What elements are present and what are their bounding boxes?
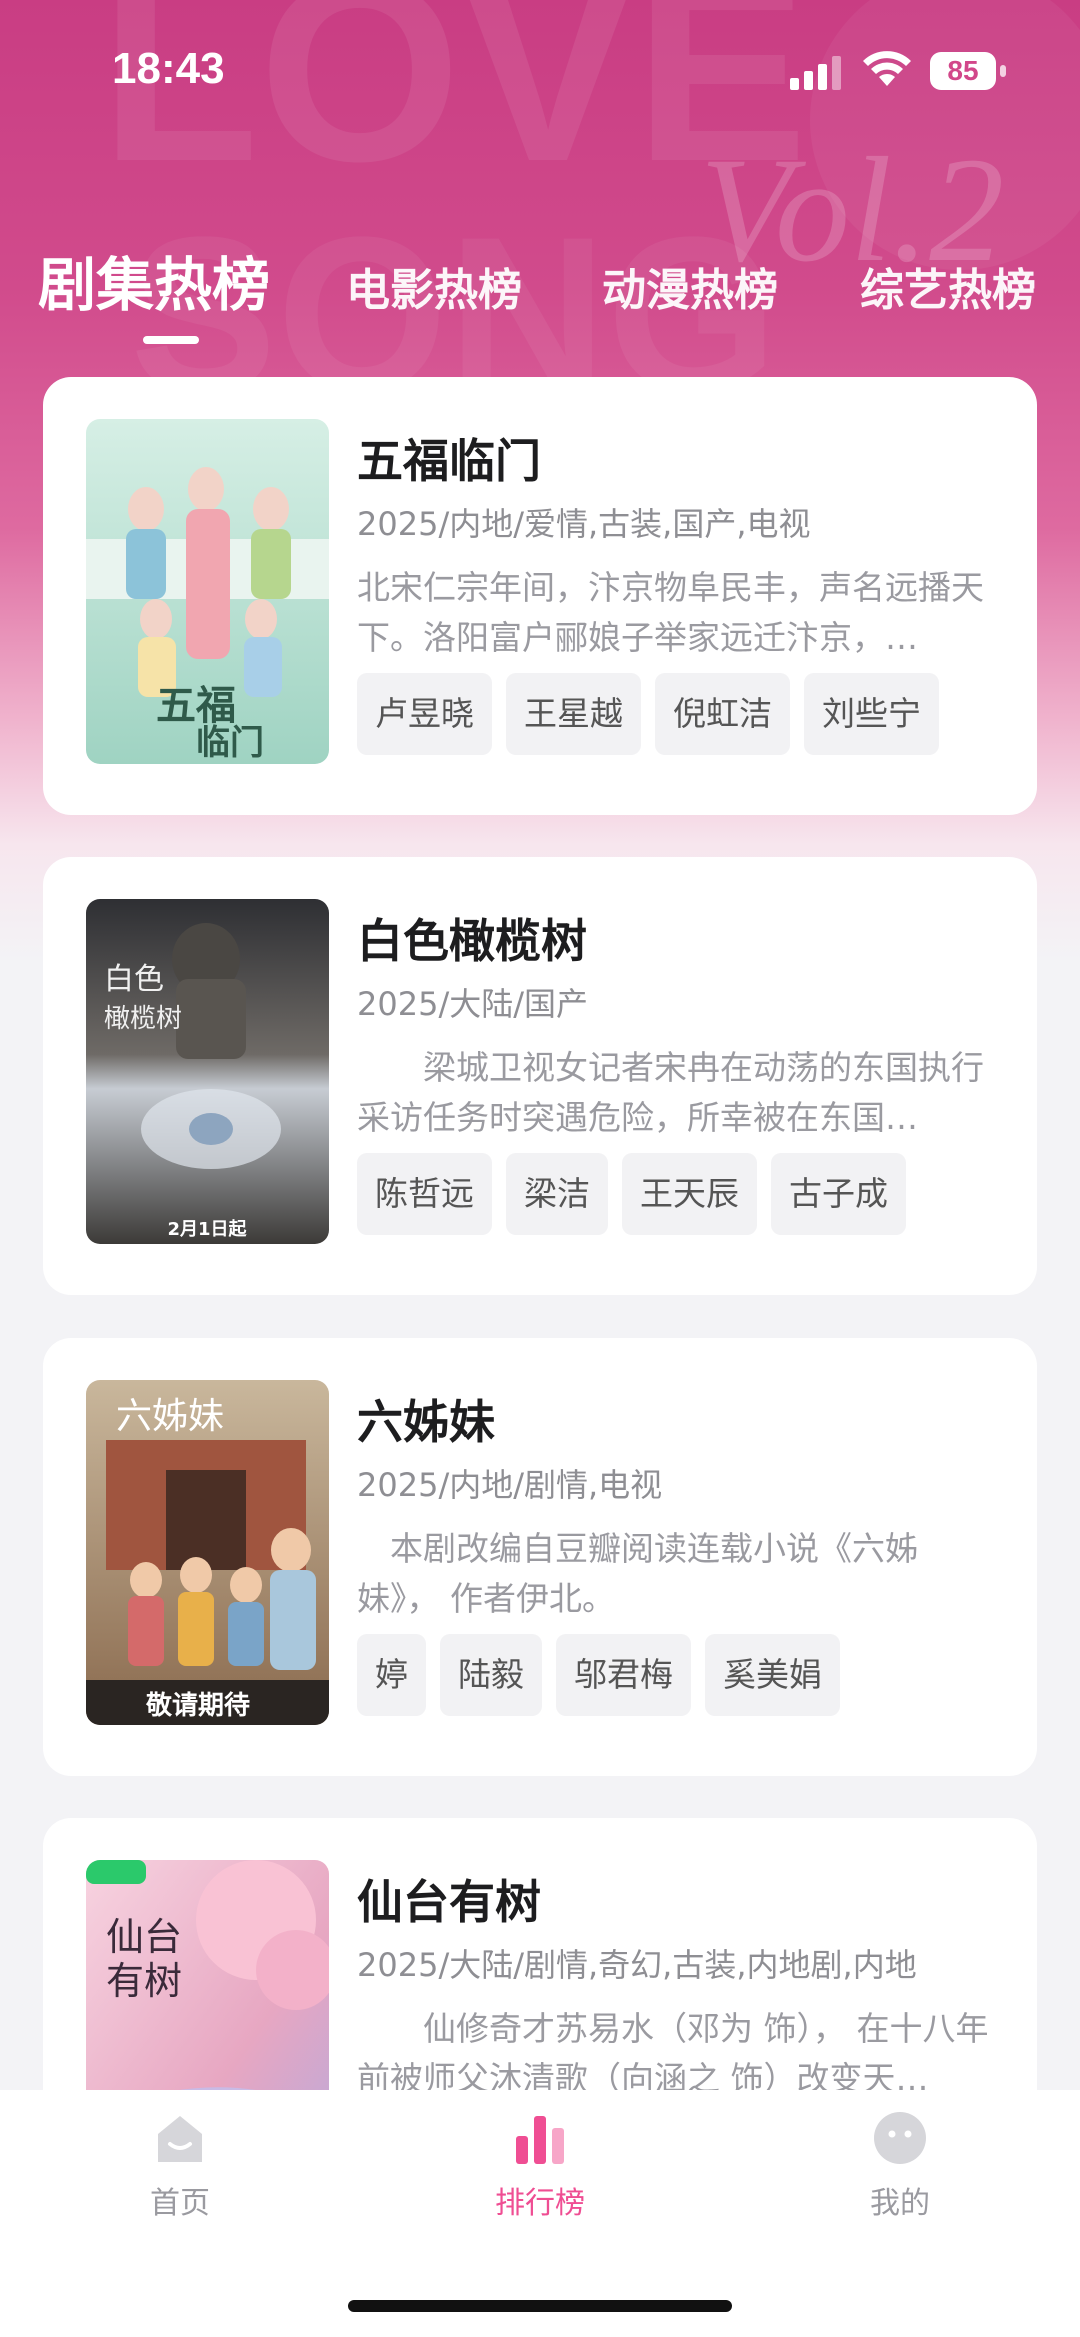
wifi-icon	[863, 51, 911, 86]
cast-tag[interactable]: 倪虹洁	[655, 673, 790, 755]
cast-tag[interactable]: 邬君梅	[556, 1634, 691, 1716]
drama-description: 北宋仁宗年间，汴京物阜民丰，声名远播天下。洛阳富户郦娘子举家远迁汴京，…	[357, 568, 984, 657]
nav-profile[interactable]: 我的	[810, 2110, 990, 2250]
signal-icon	[790, 56, 841, 90]
tab-movies[interactable]: 电影热榜	[346, 254, 522, 318]
profile-face-icon	[874, 2112, 926, 2164]
drama-meta: 2025/内地/剧情,电视	[357, 1466, 663, 1504]
drama-description: 本剧改编自豆瓣阅读连载小说《六姊妹》， 作者伊北。	[357, 1529, 918, 1618]
cast-tag[interactable]: 刘些宁	[804, 673, 939, 755]
tab-variety[interactable]: 综艺热榜	[860, 254, 1036, 318]
status-time: 18:43	[112, 44, 225, 93]
drama-title: 白色橄榄树	[357, 914, 587, 968]
drama-meta: 2025/大陆/国产	[357, 985, 589, 1023]
tab-anime[interactable]: 动漫热榜	[602, 254, 778, 318]
cast-tag[interactable]: 王天辰	[622, 1153, 757, 1235]
poster-image: 六姊妹 敬请期待	[86, 1380, 329, 1725]
ranking-chart-icon	[516, 2116, 564, 2164]
svg-text:仙台: 仙台	[106, 1915, 182, 1959]
drama-description: 仙修奇才苏易水（邓为 饰）， 在十八年前被师父沐清歌（向涵之 饰）改变天…	[357, 2009, 989, 2098]
svg-text:六姊妹: 六姊妹	[116, 1396, 224, 1437]
drama-title: 仙台有树	[357, 1875, 541, 1929]
cast-tag[interactable]: 卢昱晓	[357, 673, 492, 755]
cast-tag[interactable]: 王星越	[506, 673, 641, 755]
cast-tags: 婷 陆毅 邬君梅 奚美娟	[357, 1634, 840, 1716]
home-indicator	[348, 2300, 732, 2312]
active-tab-indicator	[143, 336, 199, 344]
cast-tag[interactable]: 陈哲远	[357, 1153, 492, 1235]
cast-tag[interactable]: 陆毅	[440, 1634, 542, 1716]
ranking-tabs: 剧集热榜 电影热榜 动漫热榜 综艺热榜	[0, 230, 1080, 350]
nav-profile-label: 我的	[870, 2186, 930, 2221]
cast-tag[interactable]: 奚美娟	[705, 1634, 840, 1716]
drama-meta: 2025/大陆/剧情,奇幻,古装,内地剧,内地	[357, 1946, 917, 1984]
tab-tv-series[interactable]: 剧集热榜	[38, 238, 270, 322]
svg-text:五福: 五福	[156, 682, 236, 729]
drama-card[interactable]: 五福 临门 五福临门 2025/内地/爱情,古装,国产,电视 北宋仁宗年间，汴京…	[43, 377, 1037, 815]
drama-meta: 2025/内地/爱情,古装,国产,电视	[357, 505, 811, 543]
svg-text:白色: 白色	[104, 962, 164, 997]
nav-ranking-label: 排行榜	[495, 2186, 585, 2221]
svg-text:有树: 有树	[106, 1959, 182, 2003]
cast-tag[interactable]: 梁洁	[506, 1153, 608, 1235]
drama-card[interactable]: 白色 橄榄树 2月1日起 白色橄榄树 2025/大陆/国产 梁城卫视女记者宋冉在…	[43, 857, 1037, 1295]
drama-title: 六姊妹	[357, 1395, 495, 1449]
battery-icon: 85	[930, 52, 1006, 90]
home-icon	[158, 2116, 202, 2162]
drama-card[interactable]: 六姊妹 敬请期待 六姊妹 2025/内地/剧情,电视 本剧改编自豆瓣阅读连载小说…	[43, 1338, 1037, 1776]
cast-tag[interactable]: 古子成	[771, 1153, 906, 1235]
battery-level: 85	[947, 55, 979, 86]
nav-home-label: 首页	[150, 2186, 210, 2221]
cast-tag[interactable]: 婷	[357, 1634, 426, 1716]
status-bar: 18:43 85	[0, 0, 1080, 140]
poster-caption: 敬请期待	[145, 1691, 250, 1721]
cast-tags: 陈哲远 梁洁 王天辰 古子成	[357, 1153, 906, 1235]
poster-image: 白色 橄榄树 2月1日起	[86, 899, 329, 1244]
cast-tags: 卢昱晓 王星越 倪虹洁 刘些宁	[357, 673, 939, 755]
poster-image: 五福 临门	[86, 419, 329, 764]
drama-description: 梁城卫视女记者宋冉在动荡的东国执行采访任务时突遇危险，所幸被在东国…	[357, 1048, 984, 1137]
poster-caption: 2月1日起	[167, 1218, 247, 1240]
nav-ranking[interactable]: 排行榜	[450, 2110, 630, 2250]
svg-text:橄榄树: 橄榄树	[104, 1004, 182, 1034]
svg-text:临门: 临门	[196, 723, 264, 763]
nav-home[interactable]: 首页	[90, 2110, 270, 2250]
drama-title: 五福临门	[357, 434, 541, 488]
